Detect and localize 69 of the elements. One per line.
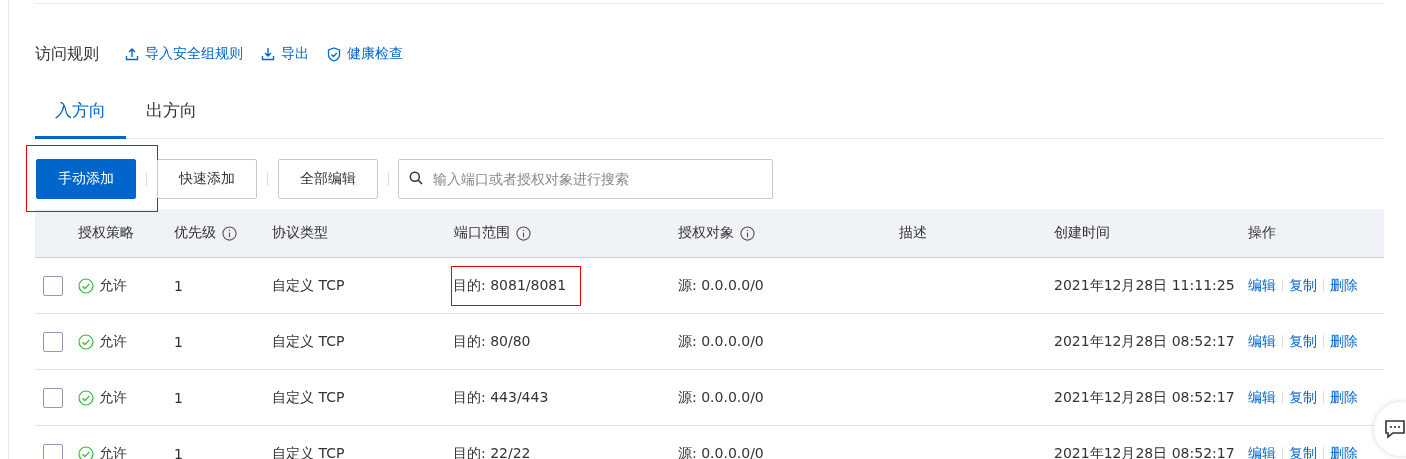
table-cell: 目的: 22/22 [453, 444, 531, 459]
check-circle-icon [78, 389, 94, 406]
info-icon [516, 225, 531, 241]
chat-icon [1384, 419, 1406, 439]
download-icon [261, 47, 275, 61]
table-cell: 源: 0.0.0.0/0 [678, 276, 764, 295]
table-cell: 1 [174, 445, 183, 459]
action-link[interactable]: 删除 [1330, 444, 1358, 459]
table-cell: 允许 [99, 388, 127, 407]
table-cell: 2021年12月28日 08:52:17 [1054, 388, 1235, 407]
action-link[interactable]: 复制 [1289, 276, 1317, 295]
primary-button[interactable]: 手动添加 [36, 159, 136, 199]
info-icon [740, 225, 755, 241]
button[interactable]: 快速添加 [157, 159, 257, 199]
shield-check-icon [327, 46, 341, 62]
check-circle-icon [78, 277, 94, 294]
column-header: 授权策略 [78, 224, 134, 242]
action-link[interactable]: 编辑 [1248, 332, 1276, 351]
table-cell: 源: 0.0.0.0/0 [678, 388, 764, 407]
action-link[interactable]: 复制 [1289, 388, 1317, 407]
toolbar-link[interactable]: 导出 [261, 45, 309, 63]
action-link[interactable]: 删除 [1330, 276, 1358, 295]
column-header: 端口范围 [454, 224, 510, 242]
table-cell: 允许 [99, 444, 127, 459]
table-cell: 2021年12月28日 11:11:25 [1054, 276, 1235, 295]
action-link[interactable]: 删除 [1330, 388, 1358, 407]
action-link[interactable]: 编辑 [1248, 276, 1276, 295]
search-icon [409, 171, 423, 185]
column-header: 授权对象 [678, 224, 734, 242]
button[interactable]: 全部编辑 [278, 159, 378, 199]
table-cell: 目的: 80/80 [453, 332, 531, 351]
table-cell: 目的: 8081/8081 [453, 276, 567, 295]
checkbox[interactable] [43, 275, 63, 296]
table-cell: 自定义 TCP [272, 444, 345, 459]
tab[interactable]: 入方向 [35, 89, 126, 139]
action-link[interactable]: 编辑 [1248, 444, 1276, 459]
column-header: 操作 [1248, 224, 1276, 242]
column-header: 协议类型 [272, 224, 328, 242]
table-cell: 1 [174, 389, 183, 406]
action-link[interactable]: 删除 [1330, 332, 1358, 351]
toolbar-link[interactable]: 健康检查 [327, 45, 403, 63]
table-cell: 自定义 TCP [272, 388, 345, 407]
column-header: 创建时间 [1054, 224, 1110, 242]
checkbox[interactable] [43, 331, 63, 352]
toolbar-link[interactable]: 导入安全组规则 [125, 45, 243, 63]
table-cell: 2021年12月28日 08:52:17 [1054, 444, 1235, 459]
checkbox[interactable] [43, 387, 63, 408]
search-field[interactable]: 输入端口或者授权对象进行搜索 [398, 159, 773, 199]
table-cell: 1 [174, 333, 183, 350]
info-icon [222, 225, 237, 241]
table-cell: 源: 0.0.0.0/0 [678, 444, 764, 459]
check-circle-icon [78, 333, 94, 350]
action-link[interactable]: 编辑 [1248, 388, 1276, 407]
table-cell: 源: 0.0.0.0/0 [678, 332, 764, 351]
column-header: 描述 [899, 224, 927, 242]
table-cell: 1 [174, 277, 183, 294]
checkbox[interactable] [43, 443, 63, 459]
action-link[interactable]: 复制 [1289, 444, 1317, 459]
table-cell: 自定义 TCP [272, 332, 345, 351]
action-link[interactable]: 复制 [1289, 332, 1317, 351]
table-cell: 目的: 443/443 [453, 388, 549, 407]
table-cell: 允许 [99, 276, 127, 295]
upload-icon [125, 47, 139, 61]
table-cell: 2021年12月28日 08:52:17 [1054, 332, 1235, 351]
table-cell: 自定义 TCP [272, 276, 345, 295]
column-header: 优先级 [174, 224, 216, 242]
table-cell: 允许 [99, 332, 127, 351]
section-title: 访问规则 [35, 43, 99, 65]
tab[interactable]: 出方向 [126, 89, 217, 139]
